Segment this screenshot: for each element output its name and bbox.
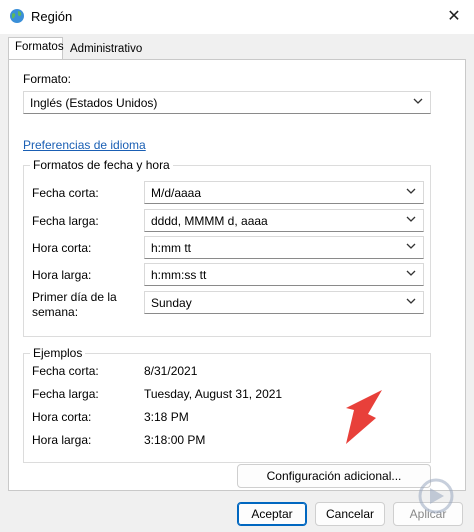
example-short-time-label: Hora corta: [32, 410, 92, 424]
arrow-icon [346, 390, 382, 444]
group-title: Ejemplos [30, 346, 86, 360]
short-time-label: Hora corta: [32, 241, 92, 255]
long-date-dropdown[interactable]: dddd, MMMM d, aaaa [144, 209, 424, 232]
long-date-label: Fecha larga: [32, 214, 99, 228]
first-day-label-line2: semana: [32, 305, 79, 319]
chevron-down-icon [406, 298, 416, 304]
watermark-logo [418, 478, 454, 514]
tab-formatos[interactable]: Formatos [8, 37, 64, 61]
chevron-down-icon [406, 243, 416, 249]
chevron-down-icon [406, 216, 416, 222]
tab-panel: Formato: Inglés (Estados Unidos) Prefere… [8, 59, 466, 491]
first-day-value: Sunday [151, 296, 192, 310]
long-time-dropdown[interactable]: h:mm:ss tt [144, 263, 424, 286]
example-short-date-label: Fecha corta: [32, 364, 99, 378]
long-time-label: Hora larga: [32, 268, 92, 282]
short-time-dropdown[interactable]: h:mm tt [144, 236, 424, 259]
long-date-value: dddd, MMMM d, aaaa [151, 214, 268, 228]
example-long-date-label: Fecha larga: [32, 387, 99, 401]
example-short-date-value: 8/31/2021 [144, 364, 198, 378]
cancel-button[interactable]: Cancelar [315, 502, 385, 526]
chevron-down-icon [406, 270, 416, 276]
first-day-label-line1: Primer día de la [32, 290, 117, 304]
globe-icon [10, 9, 24, 23]
close-icon: ✕ [447, 8, 461, 25]
format-label: Formato: [23, 72, 72, 86]
long-time-value: h:mm:ss tt [151, 268, 207, 282]
example-long-time-value: 3:18:00 PM [144, 433, 206, 447]
close-button[interactable]: ✕ [440, 4, 468, 28]
short-time-value: h:mm tt [151, 241, 192, 255]
short-date-dropdown[interactable]: M/d/aaaa [144, 181, 424, 204]
accept-button[interactable]: Aceptar [237, 502, 307, 526]
short-date-value: M/d/aaaa [151, 186, 202, 200]
example-short-time-value: 3:18 PM [144, 410, 189, 424]
title-bar: Región ✕ [0, 0, 474, 34]
chevron-down-icon [413, 98, 423, 104]
chevron-down-icon [406, 188, 416, 194]
format-dropdown[interactable]: Inglés (Estados Unidos) [23, 91, 431, 114]
language-preferences-link[interactable]: Preferencias de idioma [23, 138, 146, 152]
first-day-dropdown[interactable]: Sunday [144, 291, 424, 314]
example-long-time-label: Hora larga: [32, 433, 92, 447]
date-time-formats-group: Formatos de fecha y hora Fecha corta: M/… [23, 158, 431, 337]
group-title: Formatos de fecha y hora [30, 158, 173, 172]
format-value: Inglés (Estados Unidos) [30, 96, 158, 110]
window-title: Región [31, 9, 73, 24]
short-date-label: Fecha corta: [32, 186, 99, 200]
example-long-date-value: Tuesday, August 31, 2021 [144, 387, 283, 401]
